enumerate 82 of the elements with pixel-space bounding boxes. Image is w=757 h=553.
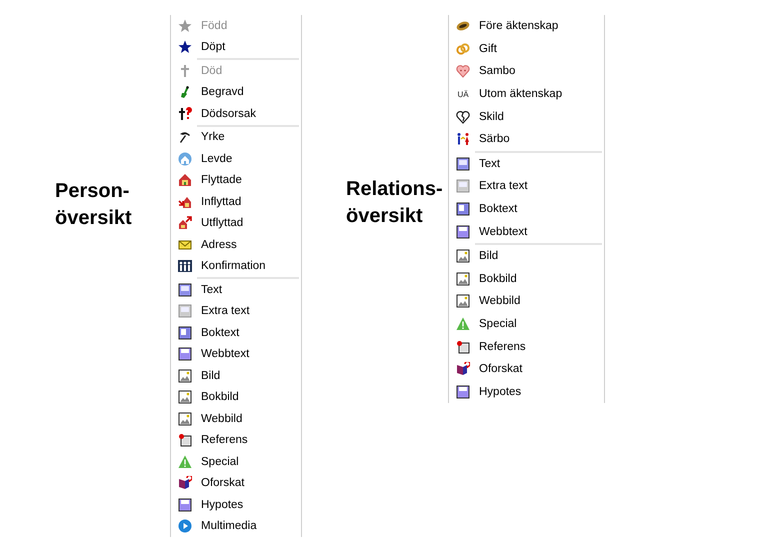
cross-icon (178, 64, 192, 78)
menu-item[interactable]: Oforskat (475, 363, 522, 376)
document-icon (456, 384, 470, 399)
people-icon (178, 259, 192, 274)
menu-item[interactable]: Adress (197, 238, 237, 251)
menu-item[interactable]: Boktext (475, 203, 518, 216)
menu-item[interactable]: Referens (475, 340, 526, 353)
menu-item[interactable]: Text (197, 284, 222, 296)
envelope-icon (178, 238, 192, 252)
menu-item[interactable]: Dödsorsak (197, 108, 256, 120)
menu-item[interactable]: Före äktenskap (475, 20, 558, 32)
document-icon (178, 498, 192, 512)
menu-item[interactable]: Döpt (197, 41, 226, 54)
star-icon (178, 18, 192, 33)
menu-item[interactable]: Webbtext (197, 348, 250, 360)
menu-item[interactable]: Inflyttad (197, 196, 242, 208)
ring-icon (456, 19, 470, 34)
question-book-icon (456, 362, 470, 376)
house-arrow-icon (178, 194, 192, 209)
menu-item[interactable]: Webbild (475, 295, 520, 308)
menu-item[interactable]: Hypotes (475, 386, 522, 398)
menu-item[interactable]: Text (475, 158, 500, 170)
menu-item[interactable]: Särbo (475, 133, 510, 146)
rings-icon (456, 42, 470, 56)
house-icon (178, 173, 192, 188)
menu-item[interactable]: Levde (197, 152, 232, 165)
book-icon (178, 326, 192, 340)
menu-item[interactable]: Utflyttad (197, 217, 244, 230)
menu-item[interactable]: Extra text (475, 180, 528, 192)
play-icon (178, 519, 192, 534)
section-heading: Relations- översikt (346, 177, 444, 229)
house-arrow-icon (178, 216, 192, 230)
shovel-icon (178, 85, 192, 100)
pickaxe-icon (178, 130, 192, 144)
image-icon (178, 412, 192, 426)
section-heading: Person- översikt (55, 179, 133, 231)
broken-heart-icon (456, 110, 470, 124)
menu-item[interactable]: Webbtext (475, 226, 528, 238)
menu-item[interactable]: Bokbild (475, 272, 517, 285)
menu-item[interactable]: Yrke (197, 131, 225, 144)
menu-item[interactable]: Special (475, 318, 517, 330)
menu-item[interactable]: Multimedia (197, 520, 257, 532)
menu-item[interactable]: Skild (475, 110, 504, 123)
menu-item[interactable]: Extra text (197, 305, 250, 318)
document-icon (456, 224, 470, 239)
menu-item[interactable]: Boktext (197, 326, 240, 339)
cross-question-icon (178, 106, 192, 121)
menu-item[interactable]: Bokbild (197, 391, 239, 404)
book-icon (456, 202, 470, 216)
image-icon (178, 368, 192, 383)
document-icon (456, 179, 470, 194)
star-icon (178, 40, 192, 54)
menu-item[interactable]: Referens (197, 434, 248, 446)
menu-item[interactable]: Bild (197, 370, 220, 382)
menu-item[interactable]: Oforskat (197, 477, 244, 490)
menu-item[interactable]: Konfirmation (197, 260, 266, 272)
reference-icon (178, 433, 192, 448)
image-icon (456, 249, 470, 264)
document-icon (178, 282, 192, 297)
image-icon (456, 294, 470, 308)
menu-item[interactable]: Gift (475, 42, 497, 55)
document-icon (456, 156, 470, 171)
warning-icon (178, 454, 192, 469)
document-icon (178, 304, 192, 318)
menu-item[interactable]: Special (197, 456, 239, 468)
icon-label: UÄ (457, 90, 469, 99)
menu-item[interactable]: Flyttade (197, 174, 242, 186)
reference-icon (456, 340, 470, 354)
menu-item[interactable]: Webbild (197, 412, 242, 425)
menu-item[interactable]: Sambo (475, 65, 516, 78)
image-icon (456, 272, 470, 286)
menu-item[interactable]: Begravd (197, 86, 244, 98)
menu-item[interactable]: Bild (475, 250, 498, 262)
menu-item[interactable]: Hypotes (197, 498, 244, 511)
menu-item[interactable]: Utom äktenskap (475, 88, 562, 100)
question-book-icon (178, 476, 192, 490)
heart-icon (456, 64, 470, 78)
document-icon (178, 347, 192, 362)
warning-icon (456, 317, 470, 332)
house-globe-icon (178, 152, 192, 166)
image-icon (178, 390, 192, 404)
couple-icon (456, 132, 470, 146)
